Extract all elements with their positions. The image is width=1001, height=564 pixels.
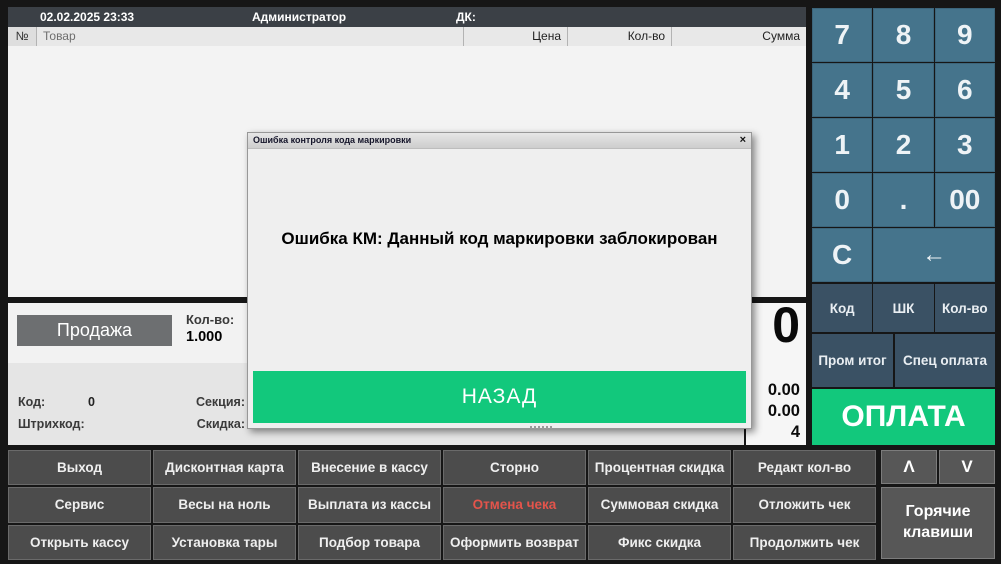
column-qty: Кол-во	[568, 27, 672, 46]
code-label: Код:	[18, 395, 45, 409]
defer-receipt-button[interactable]: Отложить чек	[733, 487, 876, 522]
discount-label: Скидка:	[190, 417, 245, 431]
sale-mode-button[interactable]: Продажа	[17, 315, 172, 346]
key-backspace-icon[interactable]: ←	[873, 228, 995, 282]
hotkeys-button[interactable]: Горячие клавиши	[881, 487, 995, 559]
code-button[interactable]: Код	[812, 284, 872, 332]
close-icon[interactable]: ×	[740, 133, 746, 148]
display-subtotal: 0.00	[752, 401, 800, 422]
key-3[interactable]: 3	[935, 118, 995, 172]
display-main-value: 0	[752, 301, 800, 349]
barcode-button[interactable]: ШК	[873, 284, 933, 332]
section-label: Секция:	[190, 395, 245, 409]
scroll-button-row: Λ V	[881, 450, 995, 484]
key-8[interactable]: 8	[873, 8, 933, 62]
qty-value: 1.000	[186, 329, 222, 345]
column-number: №	[8, 27, 37, 46]
resize-grip	[530, 426, 552, 429]
input-mode-row: Код ШК Кол-во	[812, 284, 995, 332]
scroll-up-icon[interactable]: Λ	[881, 450, 937, 484]
code-value: 0	[88, 395, 95, 409]
sum-discount-button[interactable]: Суммовая скидка	[588, 487, 731, 522]
key-6[interactable]: 6	[935, 63, 995, 117]
fixed-discount-button[interactable]: Фикс скидка	[588, 525, 731, 560]
discount-card-button[interactable]: Дисконтная карта	[153, 450, 296, 485]
subtotal-row: Пром итог Спец оплата	[812, 334, 995, 387]
dialog-title: Ошибка контроля кода маркировки	[248, 133, 751, 149]
qty-label: Кол-во:	[186, 312, 234, 327]
cancel-receipt-button[interactable]: Отмена чека	[443, 487, 586, 522]
payment-button[interactable]: ОПЛАТА	[812, 389, 995, 445]
function-button-grid: Выход Дисконтная карта Внесение в кассу …	[8, 450, 876, 560]
key-2[interactable]: 2	[873, 118, 933, 172]
scroll-down-icon[interactable]: V	[939, 450, 995, 484]
service-button[interactable]: Сервис	[8, 487, 151, 522]
display-total: 0.00	[752, 380, 800, 401]
set-tare-button[interactable]: Установка тары	[153, 525, 296, 560]
key-5[interactable]: 5	[873, 63, 933, 117]
back-button[interactable]: НАЗАД	[253, 371, 746, 423]
cash-out-button[interactable]: Выплата из кассы	[298, 487, 441, 522]
edit-qty-button[interactable]: Редакт кол-во	[733, 450, 876, 485]
open-drawer-button[interactable]: Открыть кассу	[8, 525, 151, 560]
product-search-button[interactable]: Подбор товара	[298, 525, 441, 560]
display-receipt-number: 4	[752, 422, 800, 443]
datetime-label: 02.02.2025 23:33	[40, 7, 134, 27]
discount-card-label: ДК:	[456, 7, 476, 27]
key-dot[interactable]: .	[873, 173, 933, 227]
key-4[interactable]: 4	[812, 63, 872, 117]
column-price: Цена	[464, 27, 568, 46]
key-9[interactable]: 9	[935, 8, 995, 62]
column-item: Товар	[37, 27, 464, 46]
continue-receipt-button[interactable]: Продолжить чек	[733, 525, 876, 560]
cash-in-button[interactable]: Внесение в кассу	[298, 450, 441, 485]
items-table-header: № Товар Цена Кол-во Сумма	[8, 27, 806, 47]
scales-zero-button[interactable]: Весы на ноль	[153, 487, 296, 522]
totals-display: 0 0.00 0.00 4	[746, 303, 806, 445]
special-payment-button[interactable]: Спец оплата	[895, 334, 995, 387]
cashier-name: Администратор	[252, 7, 346, 27]
subtotal-button[interactable]: Пром итог	[812, 334, 893, 387]
barcode-label: Штрихкод:	[18, 417, 85, 431]
marking-error-dialog: Ошибка контроля кода маркировки × Ошибка…	[247, 132, 752, 429]
key-clear[interactable]: C	[812, 228, 872, 282]
error-message: Ошибка КМ: Данный код маркировки заблоки…	[248, 229, 751, 249]
numeric-keypad: 7 8 9 4 5 6 1 2 3 0 . 00 C ←	[812, 8, 995, 282]
make-return-button[interactable]: Оформить возврат	[443, 525, 586, 560]
top-bar: 02.02.2025 23:33 Администратор ДК:	[8, 7, 806, 27]
storno-button[interactable]: Сторно	[443, 450, 586, 485]
exit-button[interactable]: Выход	[8, 450, 151, 485]
quantity-button[interactable]: Кол-во	[935, 284, 995, 332]
key-0[interactable]: 0	[812, 173, 872, 227]
percent-discount-button[interactable]: Процентная скидка	[588, 450, 731, 485]
key-7[interactable]: 7	[812, 8, 872, 62]
key-00[interactable]: 00	[935, 173, 995, 227]
column-sum: Сумма	[672, 27, 806, 46]
key-1[interactable]: 1	[812, 118, 872, 172]
pos-screen: 02.02.2025 23:33 Администратор ДК: № Тов…	[0, 0, 1001, 564]
